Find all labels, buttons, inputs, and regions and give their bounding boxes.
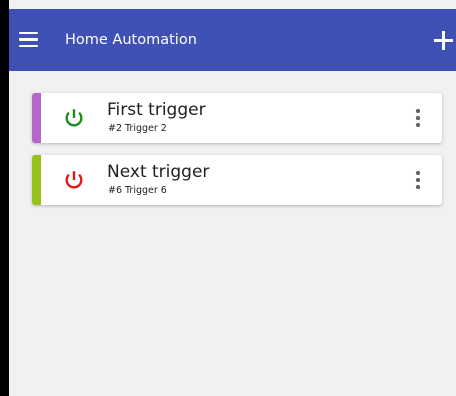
trigger-name: First trigger — [107, 100, 206, 120]
app-screen: Home Automation First trigger #2 Trigger… — [9, 0, 456, 396]
trigger-name: Next trigger — [107, 162, 210, 182]
add-trigger-button[interactable] — [434, 31, 453, 50]
power-icon[interactable] — [63, 107, 85, 129]
trigger-accent-bar — [32, 93, 41, 143]
trigger-accent-bar — [32, 155, 41, 205]
hamburger-menu-icon[interactable] — [19, 32, 38, 47]
trigger-subtitle: #2 Trigger 2 — [108, 123, 167, 134]
power-icon[interactable] — [63, 169, 85, 191]
more-vertical-icon[interactable] — [414, 170, 422, 190]
trigger-card-next[interactable]: Next trigger #6 Trigger 6 — [32, 155, 442, 205]
more-vertical-icon[interactable] — [414, 108, 422, 128]
trigger-card-first[interactable]: First trigger #2 Trigger 2 — [32, 93, 442, 143]
trigger-subtitle: #6 Trigger 6 — [108, 185, 167, 196]
app-title: Home Automation — [65, 32, 197, 48]
app-bar: Home Automation — [9, 9, 456, 71]
